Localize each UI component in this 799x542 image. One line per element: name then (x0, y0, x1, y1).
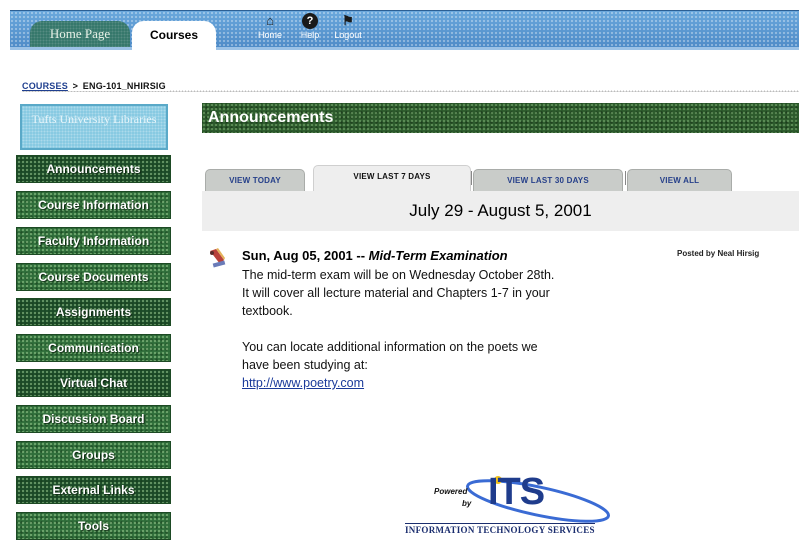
announcement-body: The mid-term exam will be on Wednesday O… (242, 266, 642, 392)
announcement-line: textbook. (242, 304, 293, 318)
help-icon: ? (302, 13, 318, 29)
powered-by-its-logo: Powered by ITS INFORMATION TECHNOLOGY SE… (400, 465, 615, 540)
sidebar-item-announcements[interactable]: Announcements (16, 155, 171, 183)
page-title: Announcements (202, 103, 799, 133)
announcement-title: Sun, Aug 05, 2001 -- Mid-Term Examinatio… (242, 248, 508, 263)
library-logo[interactable]: Tufts University Libraries (20, 104, 168, 150)
logout-link[interactable]: ⚑ Logout (330, 13, 366, 40)
tab-divider (471, 171, 472, 185)
tab-view-last-30-days[interactable]: VIEW LAST 30 DAYS (473, 169, 623, 191)
breadcrumb-courses-link[interactable]: COURSES (22, 81, 70, 91)
announcement-subject: Mid-Term Examination (368, 248, 508, 263)
logout-icon: ⚑ (342, 13, 354, 28)
tab-view-last-7-days[interactable]: VIEW LAST 7 DAYS (313, 165, 471, 191)
home-link[interactable]: ⌂ Home (252, 13, 288, 40)
date-filter-tabs: VIEW TODAY VIEW LAST 7 DAYS VIEW LAST 30… (205, 165, 765, 191)
announcement-line: have been studying at: (242, 358, 368, 372)
breadcrumb-separator: > (69, 81, 83, 91)
sidebar-item-virtual-chat[interactable]: Virtual Chat (16, 369, 171, 397)
help-link[interactable]: ? Help (292, 13, 328, 40)
sidebar-item-course-information[interactable]: Course Information (16, 191, 171, 219)
posted-by: Posted by Neal Hirsig (677, 249, 760, 258)
home-label: Home (257, 30, 282, 40)
sidebar-item-discussion-board[interactable]: Discussion Board (16, 405, 171, 433)
sidebar-item-assignments[interactable]: Assignments (16, 298, 171, 326)
sidebar-item-course-documents[interactable]: Course Documents (16, 263, 171, 291)
poetry-link[interactable]: http://www.poetry.com (242, 376, 364, 390)
tab-divider (625, 171, 626, 185)
sidebar-item-external-links[interactable]: External Links (16, 476, 171, 504)
sidebar-item-tools[interactable]: Tools (16, 512, 171, 540)
tab-home-page[interactable]: Home Page (30, 21, 130, 47)
tab-courses[interactable]: Courses (132, 21, 216, 50)
its-services-label: INFORMATION TECHNOLOGY SERVICES (405, 523, 595, 535)
breadcrumb: COURSES > ENG-101_NHIRSIG (22, 80, 799, 92)
breadcrumb-current: ENG-101_NHIRSIG (82, 81, 168, 91)
sidebar-item-faculty-information[interactable]: Faculty Information (16, 227, 171, 255)
announcement-megaphone-icon (210, 248, 226, 268)
announcement-line: You can locate additional information on… (242, 340, 538, 354)
sidebar-item-groups[interactable]: Groups (16, 441, 171, 469)
date-range-heading: July 29 - August 5, 2001 (202, 191, 799, 231)
help-label: Help (300, 30, 320, 40)
tab-view-today[interactable]: VIEW TODAY (205, 169, 305, 191)
announcement-date: Sun, Aug 05, 2001 (242, 248, 353, 263)
logout-label: Logout (334, 30, 362, 40)
announcement-line: The mid-term exam will be on Wednesday O… (242, 268, 555, 282)
tab-view-all[interactable]: VIEW ALL (627, 169, 732, 191)
by-label: by (462, 499, 472, 508)
announcement-title-separator: -- (352, 248, 369, 263)
announcement-line: It will cover all lecture material and C… (242, 286, 550, 300)
sidebar-item-communication[interactable]: Communication (16, 334, 171, 362)
home-icon: ⌂ (266, 13, 274, 28)
its-wordmark: ITS (488, 471, 545, 513)
powered-label: Powered (434, 487, 468, 496)
